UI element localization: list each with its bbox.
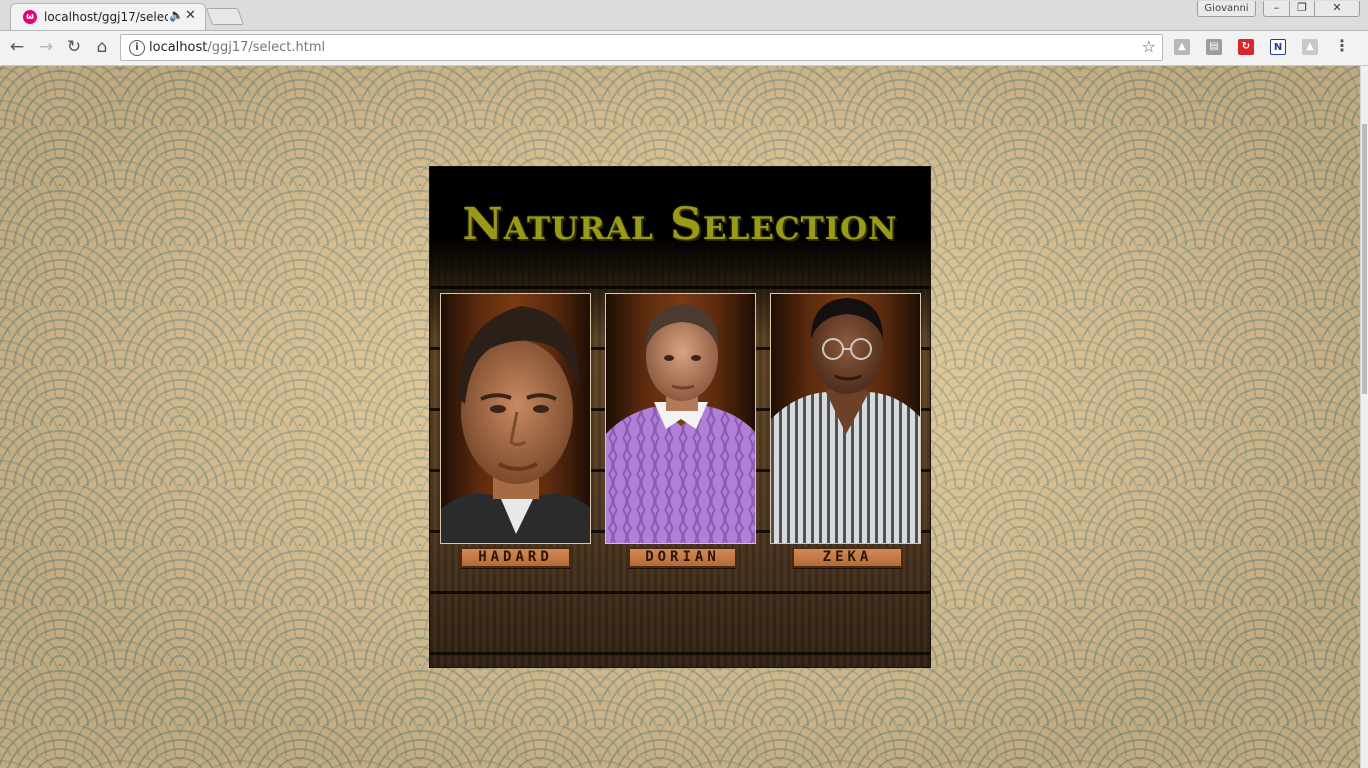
game-title: Natural Selection bbox=[462, 199, 898, 250]
minimize-button[interactable]: – bbox=[1263, 1, 1290, 17]
home-icon[interactable]: ⌂ bbox=[90, 36, 114, 58]
url-text[interactable]: localhost/ggj17/select.html bbox=[149, 40, 325, 55]
star-icon[interactable]: ☆ bbox=[1142, 37, 1156, 56]
portrait-hadard bbox=[441, 306, 590, 543]
info-icon[interactable]: i bbox=[129, 40, 145, 56]
tab-close-icon[interactable]: ✕ bbox=[185, 8, 196, 23]
url-host: localhost bbox=[149, 40, 208, 55]
restore-button[interactable]: ❐ bbox=[1289, 1, 1315, 17]
reload-icon[interactable]: ↻ bbox=[62, 36, 86, 58]
scrollbar-thumb[interactable] bbox=[1362, 124, 1367, 394]
url-path: /ggj17/select.html bbox=[207, 40, 326, 55]
forward-arrow-icon[interactable]: → bbox=[34, 36, 58, 58]
drive-icon[interactable]: ▲ bbox=[1174, 39, 1190, 55]
character-card-zeka[interactable] bbox=[770, 293, 921, 544]
storage-icon[interactable]: ▤ bbox=[1206, 39, 1222, 55]
red-extension-icon[interactable]: ↻ bbox=[1238, 39, 1254, 55]
app-favicon-icon: ω bbox=[23, 10, 37, 24]
new-tab-button[interactable] bbox=[205, 8, 245, 25]
portrait-zeka bbox=[771, 298, 920, 543]
character-card-dorian[interactable] bbox=[605, 293, 756, 544]
browser-toolbar: ← → ↻ ⌂ i localhost/ggj17/select.html ☆ … bbox=[0, 31, 1368, 66]
pdf-icon[interactable]: ▲ bbox=[1302, 39, 1318, 55]
game-screen: Natural Selection HADARD DORIAN ZEKA bbox=[429, 166, 931, 668]
page-viewport: Natural Selection HADARD DORIAN ZEKA bbox=[0, 66, 1360, 768]
speaker-icon[interactable]: 🔈 bbox=[169, 8, 184, 22]
tab-strip: ω localhost/ggj17/select 🔈 ✕ Giovanni – … bbox=[0, 0, 1368, 31]
notation-icon[interactable]: N bbox=[1270, 39, 1286, 55]
tab-title: localhost/ggj17/select bbox=[44, 10, 168, 24]
vertical-scrollbar[interactable] bbox=[1360, 66, 1368, 768]
kebab-menu-icon[interactable]: ⋮ bbox=[1334, 36, 1350, 55]
back-arrow-icon[interactable]: ← bbox=[5, 36, 29, 58]
character-card-hadard[interactable] bbox=[440, 293, 591, 544]
window-close-button[interactable]: ✕ bbox=[1314, 1, 1360, 17]
portrait-dorian bbox=[606, 304, 755, 543]
nameplate-hadard[interactable]: HADARD bbox=[460, 547, 571, 568]
browser-tab[interactable]: ω localhost/ggj17/select 🔈 ✕ bbox=[10, 3, 206, 30]
address-bar[interactable]: i localhost/ggj17/select.html ☆ bbox=[120, 34, 1163, 61]
nameplate-dorian[interactable]: DORIAN bbox=[628, 547, 737, 568]
profile-button[interactable]: Giovanni bbox=[1197, 1, 1256, 17]
nameplate-zeka[interactable]: ZEKA bbox=[792, 547, 903, 568]
